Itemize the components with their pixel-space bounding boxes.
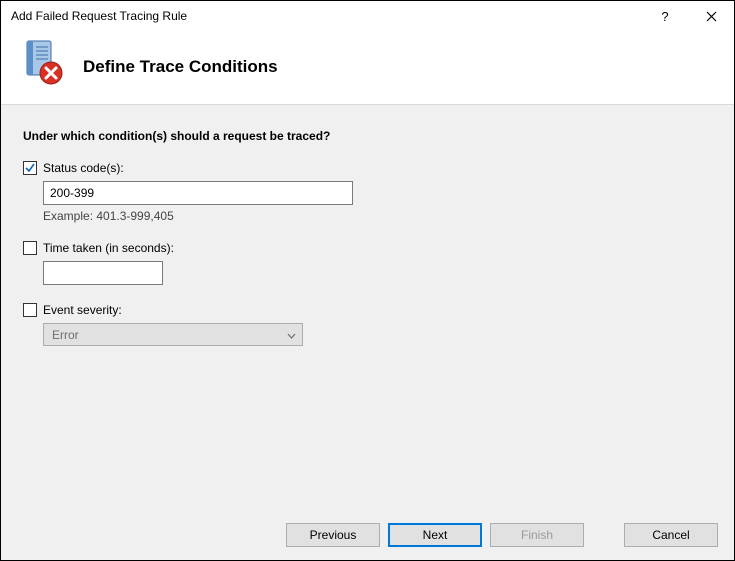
finish-button: Finish xyxy=(490,523,584,547)
time-taken-group: Time taken (in seconds): xyxy=(23,241,712,285)
time-taken-checkbox[interactable] xyxy=(23,241,37,255)
checkmark-icon xyxy=(24,162,36,174)
wizard-dialog: Add Failed Request Tracing Rule ? Defi xyxy=(0,0,735,561)
previous-button[interactable]: Previous xyxy=(286,523,380,547)
wizard-content: Under which condition(s) should a reques… xyxy=(1,105,734,510)
event-severity-label: Event severity: xyxy=(43,303,122,317)
status-codes-checkbox[interactable] xyxy=(23,161,37,175)
help-button[interactable]: ? xyxy=(642,1,688,31)
time-taken-input[interactable] xyxy=(43,261,163,285)
prompt-text: Under which condition(s) should a reques… xyxy=(23,129,712,143)
event-severity-value: Error xyxy=(52,328,79,342)
titlebar: Add Failed Request Tracing Rule ? xyxy=(1,1,734,31)
event-severity-group: Event severity: Error xyxy=(23,303,712,346)
close-button[interactable] xyxy=(688,1,734,31)
trace-rule-icon xyxy=(19,39,65,88)
status-codes-example: Example: 401.3-999,405 xyxy=(43,209,712,223)
time-taken-label: Time taken (in seconds): xyxy=(43,241,174,255)
next-button[interactable]: Next xyxy=(388,523,482,547)
wizard-footer: Previous Next Finish Cancel xyxy=(1,510,734,560)
event-severity-checkbox[interactable] xyxy=(23,303,37,317)
close-icon xyxy=(706,11,717,22)
status-codes-label: Status code(s): xyxy=(43,161,124,175)
wizard-header: Define Trace Conditions xyxy=(1,31,734,105)
wizard-heading: Define Trace Conditions xyxy=(83,51,278,77)
cancel-button[interactable]: Cancel xyxy=(624,523,718,547)
chevron-down-icon xyxy=(287,328,296,342)
event-severity-select[interactable]: Error xyxy=(43,323,303,346)
window-title: Add Failed Request Tracing Rule xyxy=(11,9,642,23)
status-codes-input[interactable] xyxy=(43,181,353,205)
status-codes-group: Status code(s): Example: 401.3-999,405 xyxy=(23,161,712,223)
